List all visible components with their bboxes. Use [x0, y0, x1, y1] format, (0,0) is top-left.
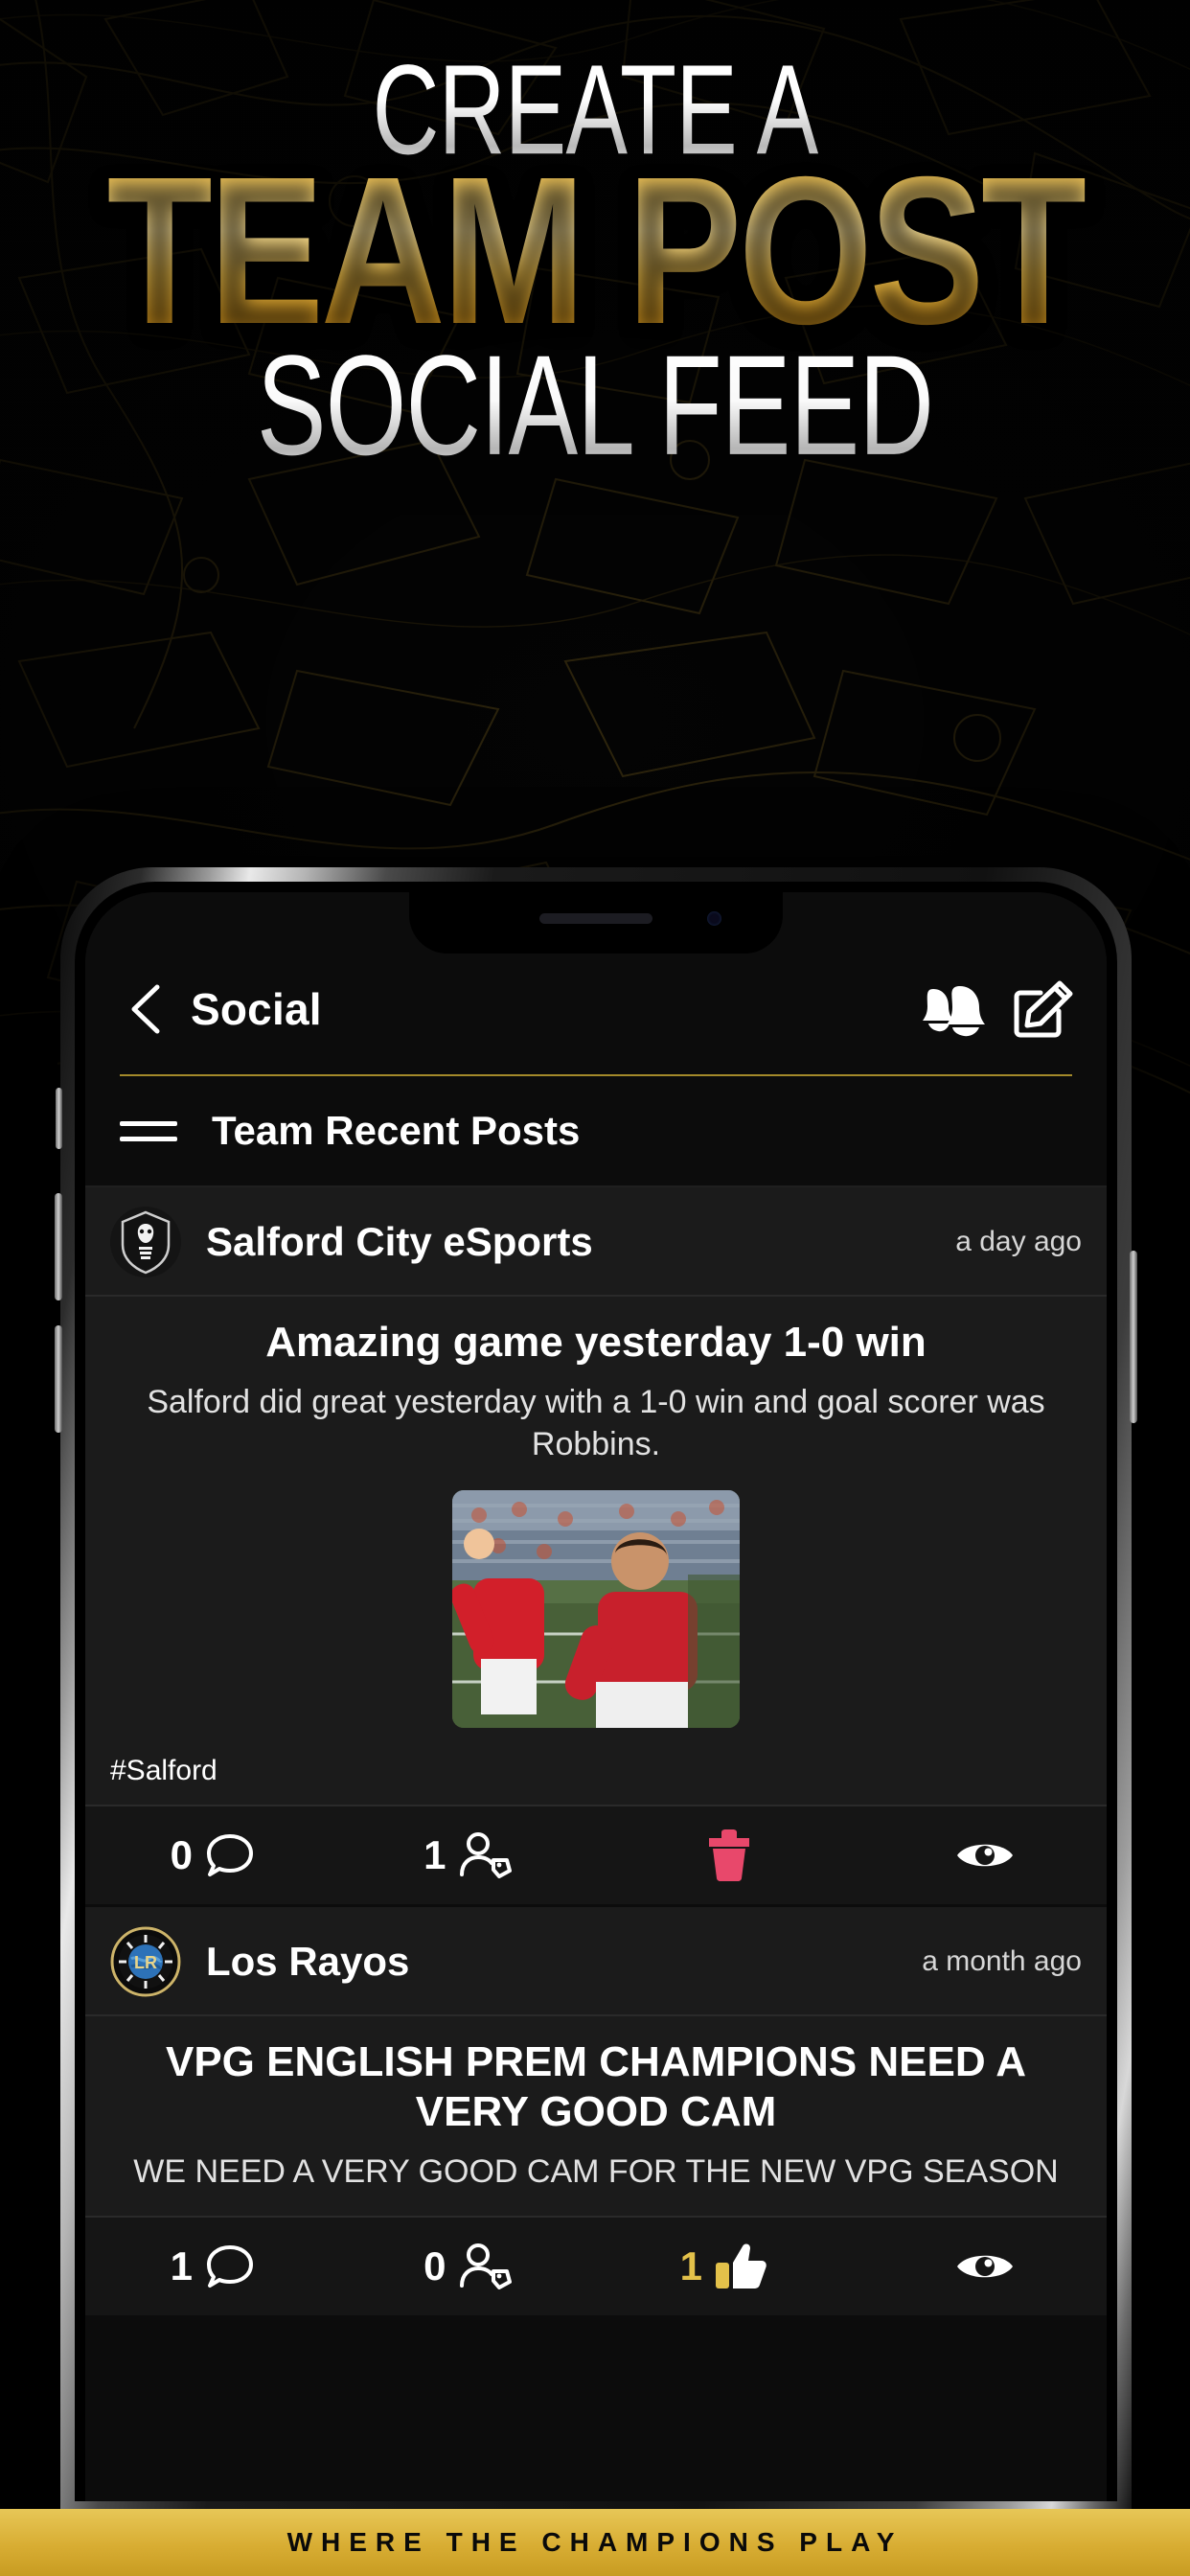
footer-tagline: WHERE THE CHAMPIONS PLAY	[286, 2527, 904, 2557]
post-action-bar: 0 1	[85, 1805, 1108, 1905]
like-count: 1	[679, 2243, 702, 2289]
tagged-count: 1	[423, 1832, 446, 1878]
comment-action[interactable]: 0	[85, 1831, 341, 1879]
post-action-bar: 1 0 1	[85, 2216, 1108, 2316]
page-title: Social	[191, 984, 322, 1034]
los-rayos-crest-icon[interactable]: LR	[110, 1926, 181, 1998]
post-card[interactable]: LR Los Rayos a month ago VPG ENGLISH PRE…	[85, 1907, 1108, 2319]
thumbs-up-icon	[715, 2243, 767, 2289]
notifications-button[interactable]	[919, 978, 990, 1041]
earpiece-speaker	[539, 913, 652, 924]
promo-screenshot: CREATE A TEAM POST SOCIAL FEED Social Te…	[0, 0, 1190, 2576]
hamburger-menu-icon[interactable]	[120, 1120, 177, 1141]
section-header: Team Recent Posts	[85, 1076, 1107, 1187]
phone-notch	[409, 892, 783, 954]
los-rayos-crest-badge-icon: LR	[110, 1926, 181, 1997]
salford-crest-shield-icon	[121, 1210, 171, 1275]
post-hashtag[interactable]: #Salford	[85, 1741, 1107, 1805]
comment-action[interactable]: 1	[85, 2242, 341, 2290]
post-team-name: Salford City eSports	[206, 1219, 593, 1264]
back-button[interactable]	[118, 982, 172, 1036]
hero-headline: CREATE A TEAM POST SOCIAL FEED	[0, 46, 1190, 476]
post-header: Salford City eSports a day ago	[85, 1187, 1107, 1297]
post-timestamp: a day ago	[955, 1226, 1082, 1257]
user-tag-icon	[460, 2243, 513, 2290]
post-body: WE NEED A VERY GOOD CAM FOR THE NEW VPG …	[133, 2153, 1059, 2191]
salford-city-crest-icon[interactable]	[110, 1207, 181, 1277]
phone-bezel: Social Team Recent Posts Salford City eS…	[75, 882, 1117, 2501]
comment-bubble-icon	[206, 2245, 253, 2288]
football-match-photo	[452, 1490, 740, 1729]
tag-members-action[interactable]: 0	[341, 2242, 597, 2290]
section-title: Team Recent Posts	[212, 1108, 581, 1153]
eye-icon	[956, 1845, 1013, 1867]
comment-count: 0	[170, 1832, 193, 1878]
svg-text:LR: LR	[134, 1953, 157, 1972]
compose-square-pencil-icon	[1014, 980, 1073, 1038]
front-camera-icon	[707, 911, 721, 926]
post-media[interactable]	[85, 1475, 1107, 1741]
post-timestamp: a month ago	[922, 1945, 1082, 1978]
tag-members-action[interactable]: 1	[341, 1831, 597, 1879]
post-body: Salford did great yesterday with a 1-0 w…	[147, 1383, 1045, 1463]
phone-volume-down-button[interactable]	[55, 1325, 62, 1433]
post-team-name: Los Rayos	[206, 1939, 410, 1985]
tagged-count: 0	[423, 2243, 446, 2289]
compose-post-button[interactable]	[1007, 978, 1078, 1041]
footer-banner: WHERE THE CHAMPIONS PLAY	[0, 2509, 1190, 2576]
social-app: Social Team Recent Posts Salford City eS…	[85, 892, 1107, 2501]
bells-icon	[923, 986, 985, 1037]
trash-icon	[709, 1829, 750, 1882]
phone-mute-switch[interactable]	[56, 1088, 62, 1149]
post-header: LR Los Rayos a month ago	[85, 1907, 1107, 2017]
comment-bubble-icon	[206, 1834, 253, 1877]
hero-line-social-feed: SOCIAL FEED	[89, 334, 1101, 477]
views-action[interactable]	[852, 1834, 1108, 1876]
like-action[interactable]: 1	[596, 2242, 852, 2291]
match-photo-illustration	[452, 1490, 740, 1729]
app-navbar: Social	[85, 954, 1107, 1065]
hero-line-team-post: TEAM POST	[48, 146, 1143, 356]
phone-screen: Social Team Recent Posts Salford City eS…	[85, 892, 1107, 2501]
post-title: VPG ENGLISH PREM CHAMPIONS NEED A VERY G…	[165, 2038, 1027, 2136]
eye-icon	[956, 2256, 1013, 2278]
comment-count: 1	[170, 2243, 193, 2289]
phone-power-button[interactable]	[1130, 1251, 1137, 1423]
post-title: Amazing game yesterday 1-0 win	[265, 1319, 927, 1366]
user-tag-icon	[460, 1832, 513, 1879]
post-card[interactable]: Salford City eSports a day ago Amazing g…	[85, 1187, 1108, 1908]
delete-action[interactable]	[596, 1828, 852, 1882]
views-action[interactable]	[852, 2245, 1108, 2288]
phone-mockup: Social Team Recent Posts Salford City eS…	[55, 867, 1137, 2516]
chevron-left-icon	[131, 984, 160, 1034]
phone-volume-up-button[interactable]	[55, 1193, 62, 1300]
